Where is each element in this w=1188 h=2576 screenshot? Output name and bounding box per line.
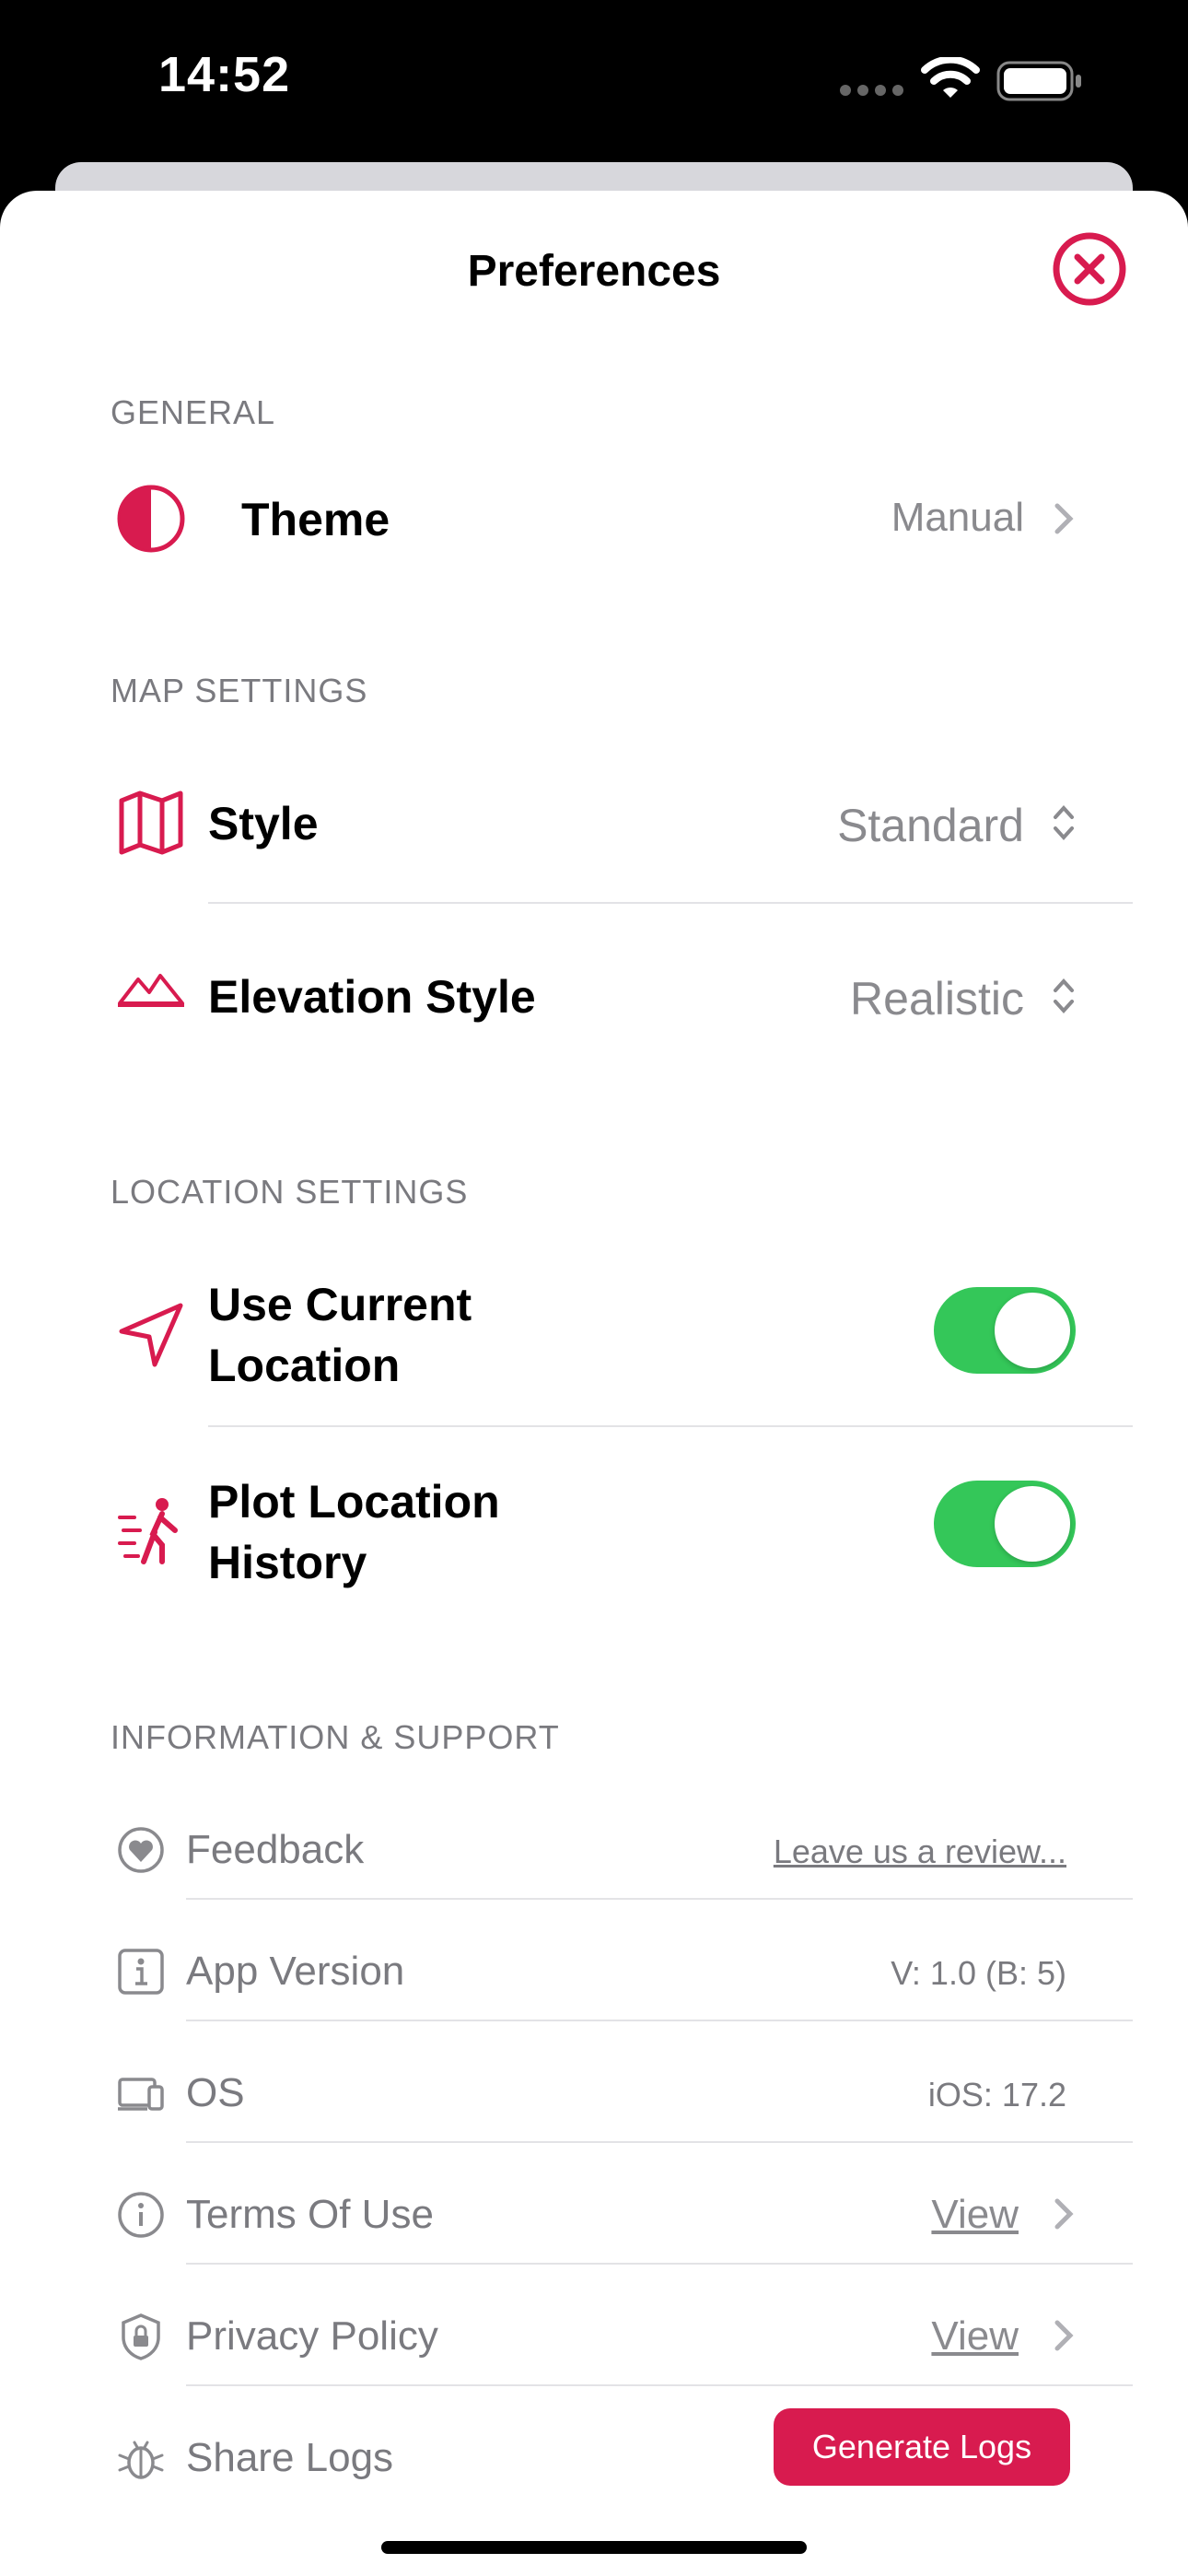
cellular-icon xyxy=(840,85,903,96)
privacy-policy-row[interactable]: Privacy Policy View xyxy=(0,2269,1188,2389)
status-time: 14:52 xyxy=(158,47,291,102)
feedback-label: Feedback xyxy=(186,1827,365,1872)
heart-circle-icon xyxy=(118,1827,164,1873)
terms-of-use-label: Terms Of Use xyxy=(186,2192,434,2237)
close-button[interactable] xyxy=(1052,231,1127,307)
plot-location-history-toggle[interactable] xyxy=(934,1481,1076,1567)
divider xyxy=(186,1898,1133,1900)
info-circle-icon xyxy=(118,2192,164,2238)
elevation-style-row[interactable]: Elevation Style Realistic xyxy=(0,928,1188,1057)
terms-view-link[interactable]: View xyxy=(931,2192,1019,2238)
toggle-knob xyxy=(995,1486,1070,1562)
chevron-right-icon xyxy=(1054,2320,1074,2351)
privacy-view-link[interactable]: View xyxy=(931,2313,1019,2359)
home-indicator[interactable] xyxy=(381,2541,807,2554)
wifi-icon xyxy=(921,57,980,98)
theme-label: Theme xyxy=(241,494,390,545)
os-label: OS xyxy=(186,2070,245,2115)
leave-review-link[interactable]: Leave us a review... xyxy=(774,1832,1066,1871)
divider xyxy=(186,2263,1133,2265)
theme-value: Manual xyxy=(891,495,1024,540)
section-header-map-settings: MAP SETTINGS xyxy=(111,672,368,709)
section-header-information-support: INFORMATION & SUPPORT xyxy=(111,1718,560,1756)
style-value: Standard xyxy=(837,800,1024,851)
devices-icon xyxy=(118,2078,164,2111)
divider xyxy=(186,2141,1133,2143)
divider xyxy=(186,2384,1133,2386)
style-row[interactable]: Style Standard xyxy=(0,762,1188,891)
theme-row[interactable]: Theme Manual xyxy=(0,467,1188,568)
generate-logs-button[interactable]: Generate Logs xyxy=(774,2408,1070,2486)
use-current-location-label-line1: Use Current xyxy=(208,1279,472,1330)
os-value: iOS: 17.2 xyxy=(927,2076,1066,2113)
plot-location-history-label-line1: Plot Location xyxy=(208,1476,500,1528)
app-version-value: V: 1.0 (B: 5) xyxy=(891,1954,1066,1992)
chevron-up-down-icon xyxy=(1054,805,1074,840)
divider xyxy=(186,2020,1133,2021)
status-bar: 14:52 xyxy=(0,0,1188,166)
style-label: Style xyxy=(208,798,319,849)
chevron-right-icon xyxy=(1054,503,1074,534)
chevron-right-icon xyxy=(1054,2198,1074,2230)
app-version-row: App Version V: 1.0 (B: 5) xyxy=(0,1904,1188,2024)
use-current-location-toggle[interactable] xyxy=(934,1287,1076,1374)
chevron-up-down-icon xyxy=(1054,978,1074,1013)
divider xyxy=(208,1425,1133,1427)
map-icon xyxy=(119,790,183,855)
elevation-style-label: Elevation Style xyxy=(208,971,536,1023)
use-current-location-label-line2: Location xyxy=(208,1340,401,1391)
privacy-policy-label: Privacy Policy xyxy=(186,2313,438,2359)
share-logs-label: Share Logs xyxy=(186,2435,394,2480)
app-version-label: App Version xyxy=(186,1949,405,1994)
plot-location-history-label-line2: History xyxy=(208,1537,367,1588)
battery-icon xyxy=(996,61,1081,101)
shield-lock-icon xyxy=(122,2313,160,2360)
os-row: OS iOS: 17.2 xyxy=(0,2026,1188,2146)
info-square-icon xyxy=(118,1949,164,1995)
preferences-sheet: Preferences GENERAL Theme Manual MAP SET… xyxy=(0,191,1188,2576)
elevation-style-value: Realistic xyxy=(850,973,1024,1025)
divider xyxy=(208,902,1133,904)
section-header-location-settings: LOCATION SETTINGS xyxy=(111,1173,469,1211)
walking-person-icon xyxy=(118,1498,178,1564)
ladybug-icon xyxy=(118,2441,164,2479)
mountains-icon xyxy=(118,974,184,1007)
half-circle-icon xyxy=(117,485,185,553)
sheet-title: Preferences xyxy=(467,247,721,296)
location-arrow-icon xyxy=(119,1303,183,1367)
feedback-row[interactable]: Feedback Leave us a review... xyxy=(0,1786,1188,1906)
toggle-knob xyxy=(995,1293,1070,1368)
section-header-general: GENERAL xyxy=(111,393,276,431)
terms-of-use-row[interactable]: Terms Of Use View xyxy=(0,2148,1188,2267)
